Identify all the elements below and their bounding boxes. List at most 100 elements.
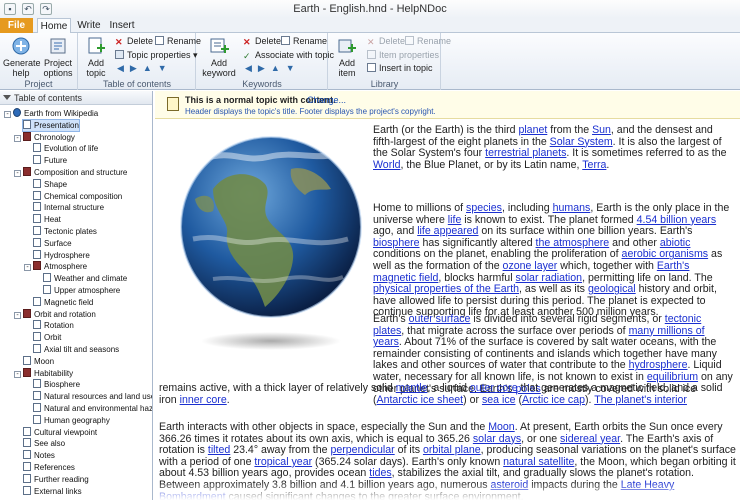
associate-with-topic-button[interactable]: ✓ Associate with topic: [243, 50, 334, 61]
hyperlink[interactable]: the atmosphere: [536, 237, 610, 249]
hyperlink[interactable]: terrestrial planets: [485, 147, 566, 159]
toc-tree-item[interactable]: References: [23, 462, 75, 473]
toc-tree-item[interactable]: Cultural viewpoint: [23, 426, 97, 438]
toc-tree-item[interactable]: - Earth from Wikipedia: [4, 108, 98, 119]
toc-rename-button[interactable]: Rename: [155, 36, 201, 47]
hyperlink[interactable]: ozone layer: [503, 260, 558, 272]
hyperlink[interactable]: geological: [588, 283, 636, 295]
tab-insert[interactable]: Insert: [105, 18, 139, 33]
toc-tree-item[interactable]: Moon: [23, 355, 54, 367]
hyperlink[interactable]: World: [373, 159, 400, 171]
toc-tree-item[interactable]: - Atmosphere: [24, 261, 87, 272]
insert-in-topic-button[interactable]: Insert in topic: [367, 63, 433, 74]
toc-tree-item[interactable]: Evolution of life: [33, 143, 98, 154]
toc-move-arrows[interactable]: ◀▶▲▼: [117, 63, 173, 74]
library-rename-button[interactable]: Rename: [405, 36, 451, 47]
toc-tree-item[interactable]: Weather and climate: [43, 273, 127, 284]
collapse-toggle-icon[interactable]: -: [24, 264, 31, 272]
topic-properties-button[interactable]: Topic properties ▾: [115, 50, 198, 61]
toc-tree-item[interactable]: Hydrosphere: [33, 249, 90, 261]
toc-tree-item[interactable]: Future: [33, 155, 67, 166]
library-delete-button[interactable]: ✕ Delete: [367, 36, 405, 47]
tab-file[interactable]: File: [0, 18, 33, 33]
hyperlink[interactable]: outer surface: [409, 313, 471, 325]
hyperlink[interactable]: planet: [518, 124, 547, 136]
toc-tree-item[interactable]: - Orbit and rotation: [14, 308, 96, 320]
collapse-toggle-icon[interactable]: -: [14, 370, 21, 378]
hyperlink[interactable]: natural satellite: [503, 456, 574, 468]
toc-tree-item[interactable]: Orbit: [33, 332, 61, 343]
collapse-toggle-icon[interactable]: -: [14, 311, 21, 319]
add-topic-button[interactable]: Add topic: [82, 36, 110, 78]
arrow-left-icon[interactable]: ◀: [117, 63, 130, 73]
toc-tree-item[interactable]: Presentation: [22, 118, 80, 132]
arrow-down-icon[interactable]: ▼: [158, 63, 173, 73]
hyperlink[interactable]: inner core: [180, 394, 227, 406]
collapse-icon[interactable]: [3, 95, 11, 100]
toc-tree-item[interactable]: - Composition and structure: [14, 167, 127, 178]
tab-write[interactable]: Write: [73, 18, 105, 33]
hyperlink[interactable]: humans: [553, 202, 591, 214]
toc-tree-item[interactable]: External links: [23, 485, 82, 497]
arrow-up-icon[interactable]: ▲: [143, 63, 158, 73]
change-topic-kind-link[interactable]: Change...: [307, 95, 346, 105]
toc-tree-item[interactable]: Natural resources and land use: [33, 391, 152, 402]
hyperlink[interactable]: solar radiation: [516, 272, 583, 284]
hyperlink[interactable]: tropical year: [254, 456, 312, 468]
arrow-right-icon[interactable]: ▶: [130, 63, 143, 73]
toc-tree-item[interactable]: - Chronology: [14, 131, 75, 143]
hyperlink[interactable]: Terra: [582, 159, 606, 171]
arrow-left-icon[interactable]: ◀: [245, 63, 258, 73]
hyperlink[interactable]: orbital plane: [423, 444, 481, 456]
toc-tree-item[interactable]: Rotation: [33, 320, 74, 331]
hyperlink[interactable]: perpendicular: [330, 444, 394, 456]
project-options-button[interactable]: Project options: [40, 36, 76, 78]
document-body[interactable]: Earth (or the Earth) is the third planet…: [155, 121, 740, 500]
hyperlink[interactable]: solar days: [473, 433, 521, 445]
hyperlink[interactable]: tides: [369, 467, 391, 480]
toc-delete-button[interactable]: ✕ Delete: [115, 36, 153, 47]
hyperlink[interactable]: sidereal year: [560, 433, 620, 445]
add-item-button[interactable]: Add item: [332, 36, 362, 78]
toc-tree-item[interactable]: Internal structure: [33, 202, 104, 213]
hyperlink[interactable]: species: [466, 202, 502, 214]
toc-tree-item[interactable]: Magnetic field: [33, 296, 93, 308]
arrow-down-icon[interactable]: ▼: [286, 63, 301, 73]
toc-tree-item[interactable]: Heat: [33, 214, 61, 225]
tab-home[interactable]: Home: [37, 18, 71, 34]
hyperlink[interactable]: outer core: [470, 382, 518, 394]
item-properties-button[interactable]: Item properties: [367, 50, 439, 61]
keyword-rename-button[interactable]: Rename: [281, 36, 327, 47]
toc-tree-item[interactable]: Axial tilt and seasons: [33, 344, 119, 355]
hyperlink[interactable]: tilted: [208, 444, 230, 456]
toc-tree-item[interactable]: Shape: [33, 178, 67, 190]
add-keyword-button[interactable]: Add keyword: [199, 36, 239, 78]
hyperlink[interactable]: Sun: [592, 124, 611, 136]
toc-tree-item[interactable]: Surface: [33, 237, 72, 249]
generate-help-button[interactable]: Generate help: [3, 36, 41, 78]
hyperlink[interactable]: life appeared: [417, 225, 478, 237]
hyperlink[interactable]: biosphere: [373, 237, 420, 249]
toc-tree-item[interactable]: Upper atmosphere: [43, 285, 120, 296]
toc-tree-item[interactable]: Notes: [23, 450, 55, 461]
toc-tree-item[interactable]: Chemical composition: [33, 190, 122, 202]
hyperlink[interactable]: abiotic: [660, 237, 691, 249]
toc-tree-item[interactable]: See also: [23, 438, 65, 449]
toc-tree-item[interactable]: Tectonic plates: [33, 226, 97, 237]
hyperlink[interactable]: life: [448, 214, 462, 226]
hyperlink[interactable]: aerobic organisms: [622, 248, 709, 261]
hyperlink[interactable]: 4.54 billion years: [637, 214, 717, 226]
toc-panel-header[interactable]: Table of contents: [0, 91, 152, 105]
collapse-toggle-icon[interactable]: -: [14, 134, 21, 142]
hyperlink[interactable]: physical properties of the Earth: [373, 283, 519, 295]
arrow-up-icon[interactable]: ▲: [271, 63, 286, 73]
hyperlink[interactable]: mantle: [396, 382, 428, 394]
toc-tree-item[interactable]: - Habitability: [14, 367, 73, 379]
arrow-right-icon[interactable]: ▶: [258, 63, 271, 73]
toc-tree-item[interactable]: Further reading: [23, 473, 89, 485]
collapse-toggle-icon[interactable]: -: [14, 170, 21, 177]
hyperlink[interactable]: hydrosphere: [629, 359, 688, 372]
toc-tree-item[interactable]: Human geography: [33, 414, 110, 426]
hyperlink[interactable]: Moon: [488, 421, 515, 433]
hyperlink[interactable]: Solar System: [550, 136, 613, 148]
